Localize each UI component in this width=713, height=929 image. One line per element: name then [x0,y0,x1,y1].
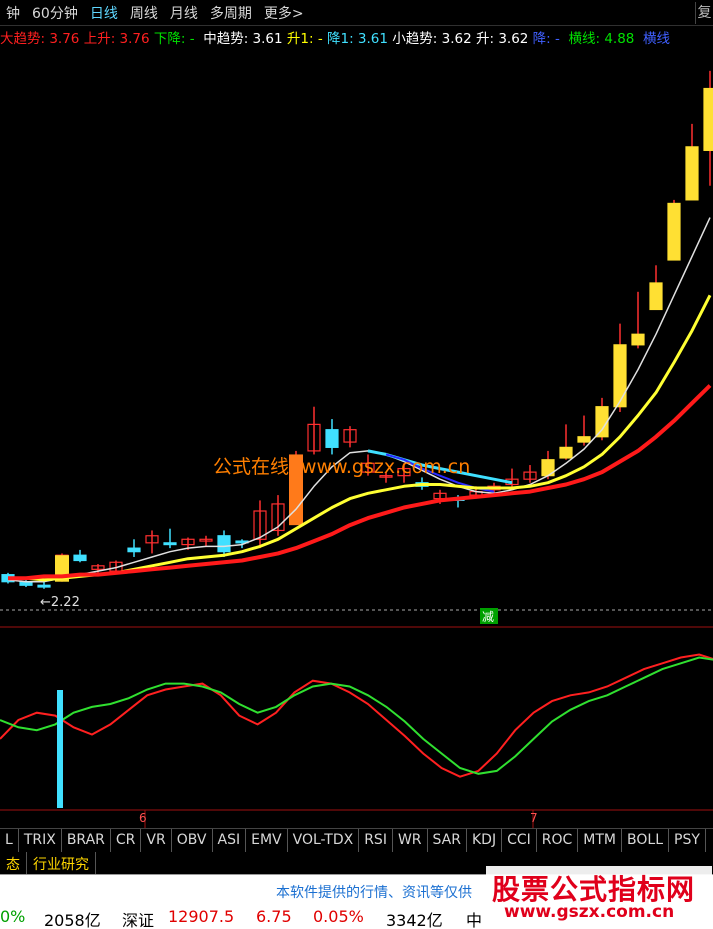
period-tab-60min[interactable]: 60分钟 [26,3,84,23]
grid-layer [0,609,713,828]
candle-body [37,584,51,588]
candle-body [559,446,573,459]
logo-url: www.gszx.com.cn [504,902,675,922]
watermark: 公式在线 www.gszx.com.cn [213,452,470,479]
period-tab-week[interactable]: 周线 [124,3,164,23]
ticker-item: 0% [0,907,26,926]
candle-body [577,436,591,443]
watermark-url: www.gszx.com.cn [301,456,471,478]
indicator-tab-emv[interactable]: EMV [246,829,288,852]
period-tab-month[interactable]: 月线 [164,3,204,23]
period-tab-day[interactable]: 日线 [84,3,124,23]
legend-item: 下降: - [149,31,195,47]
ma-white-line [7,217,711,583]
indicator-tab-cci[interactable]: CCI [502,829,537,852]
indicator-tab-wr[interactable]: WR [393,829,428,852]
ticker-item: 深证 [122,911,155,929]
indicator-tab-mtm[interactable]: MTM [578,829,623,852]
indicator-tab-roc[interactable]: ROC [537,829,579,852]
legend-item: 升: 3.62 [471,31,529,47]
period-tab-multi[interactable]: 多周期 [204,3,258,23]
date-label-6: 6 [139,811,147,825]
indicator-legend: 大趋势: 3.76 上升: 3.76 下降: - 中趋势: 3.61 升1: -… [0,27,713,47]
period-tab-more[interactable]: 更多> [258,3,310,23]
candle-body [127,547,141,553]
price-marker: ←2.22 [40,595,80,610]
flag-label: 减 [482,610,494,624]
indicator-tab-trix[interactable]: TRIX [19,829,62,852]
oscillator-layer [0,653,713,808]
period-bar: 钟 60分钟 日线 周线 月线 多周期 更多> 复 [0,0,713,26]
ticker-item: 2058亿 [44,911,101,929]
legend-item: 中趋势: 3.61 [194,31,283,47]
candle-body [217,535,231,553]
disclaimer-notice[interactable]: 本软件提供的行情、资讯等仅供 [276,882,472,902]
candle-body [685,146,699,201]
legend-item: 升1: - [282,31,323,47]
candle-body [703,87,713,151]
tab-state[interactable]: 态 [0,852,27,874]
indicator-tab-cr[interactable]: CR [111,829,142,852]
legend-item: 横线: 4.88 [559,31,635,47]
candle-body [649,282,663,311]
chart-area[interactable]: ←2.22 减 6 7 [0,0,713,828]
candle-body [325,429,339,448]
legend-item: 小趋势: 3.62 [387,31,472,47]
indicator-tab-boll[interactable]: BOLL [622,829,669,852]
legend-item: 降1: 3.61 [322,31,388,47]
candle-body [631,333,645,346]
legend-item: 上升: 3.76 [79,31,150,47]
indicator-tab-obv[interactable]: OBV [172,829,213,852]
ma-lines-layer [7,217,712,583]
osc-bar [57,690,63,808]
indicator-tab-vr[interactable]: VR [141,829,172,852]
osc-green-line [0,656,713,775]
indicator-tab-kdj[interactable]: KDJ [467,829,503,852]
watermark-cn: 公式在线 [213,456,290,478]
period-tab-min[interactable]: 钟 [0,3,26,23]
indicator-tab-sar[interactable]: SAR [428,829,467,852]
ma-yellow-line [8,294,712,582]
legend-item: 横线 [634,31,670,47]
site-logo: 股票公式指标网 www.gszx.com.cn [486,866,712,926]
ticker-item: 6.75 [256,907,292,926]
candle-body [667,202,681,261]
ticker-item: 中 [466,911,483,929]
indicator-tab-vol-tdx[interactable]: VOL-TDX [288,829,360,852]
indicator-tab-asi[interactable]: ASI [213,829,247,852]
ticker-item: 3342亿 [386,911,443,929]
candle-body [613,344,627,408]
candles-layer [1,70,713,589]
indicator-tab-brar[interactable]: BRAR [62,829,111,852]
candle-body [73,554,87,562]
indicator-tab-rsi[interactable]: RSI [359,829,393,852]
ticker-item: 12907.5 [168,907,235,926]
ticker-item: 0.05% [313,907,364,926]
chart-labels: ←2.22 减 6 7 [40,595,538,825]
indicator-tab-psy[interactable]: PSY [669,829,706,852]
legend-item: 大趋势: 3.76 [0,31,80,47]
candle-body [163,542,177,546]
tab-industry-research[interactable]: 行业研究 [27,852,96,874]
osc-red-line [0,653,713,778]
legend-item: 降: - [528,31,560,47]
restore-icon[interactable]: 复 [695,2,713,24]
indicator-tab-l[interactable]: L [0,829,19,852]
indicator-tabs: L TRIX BRAR CR VR OBV ASI EMV VOL-TDX RSI WR SAR KDJ… [0,828,713,852]
date-label-7: 7 [530,811,538,825]
